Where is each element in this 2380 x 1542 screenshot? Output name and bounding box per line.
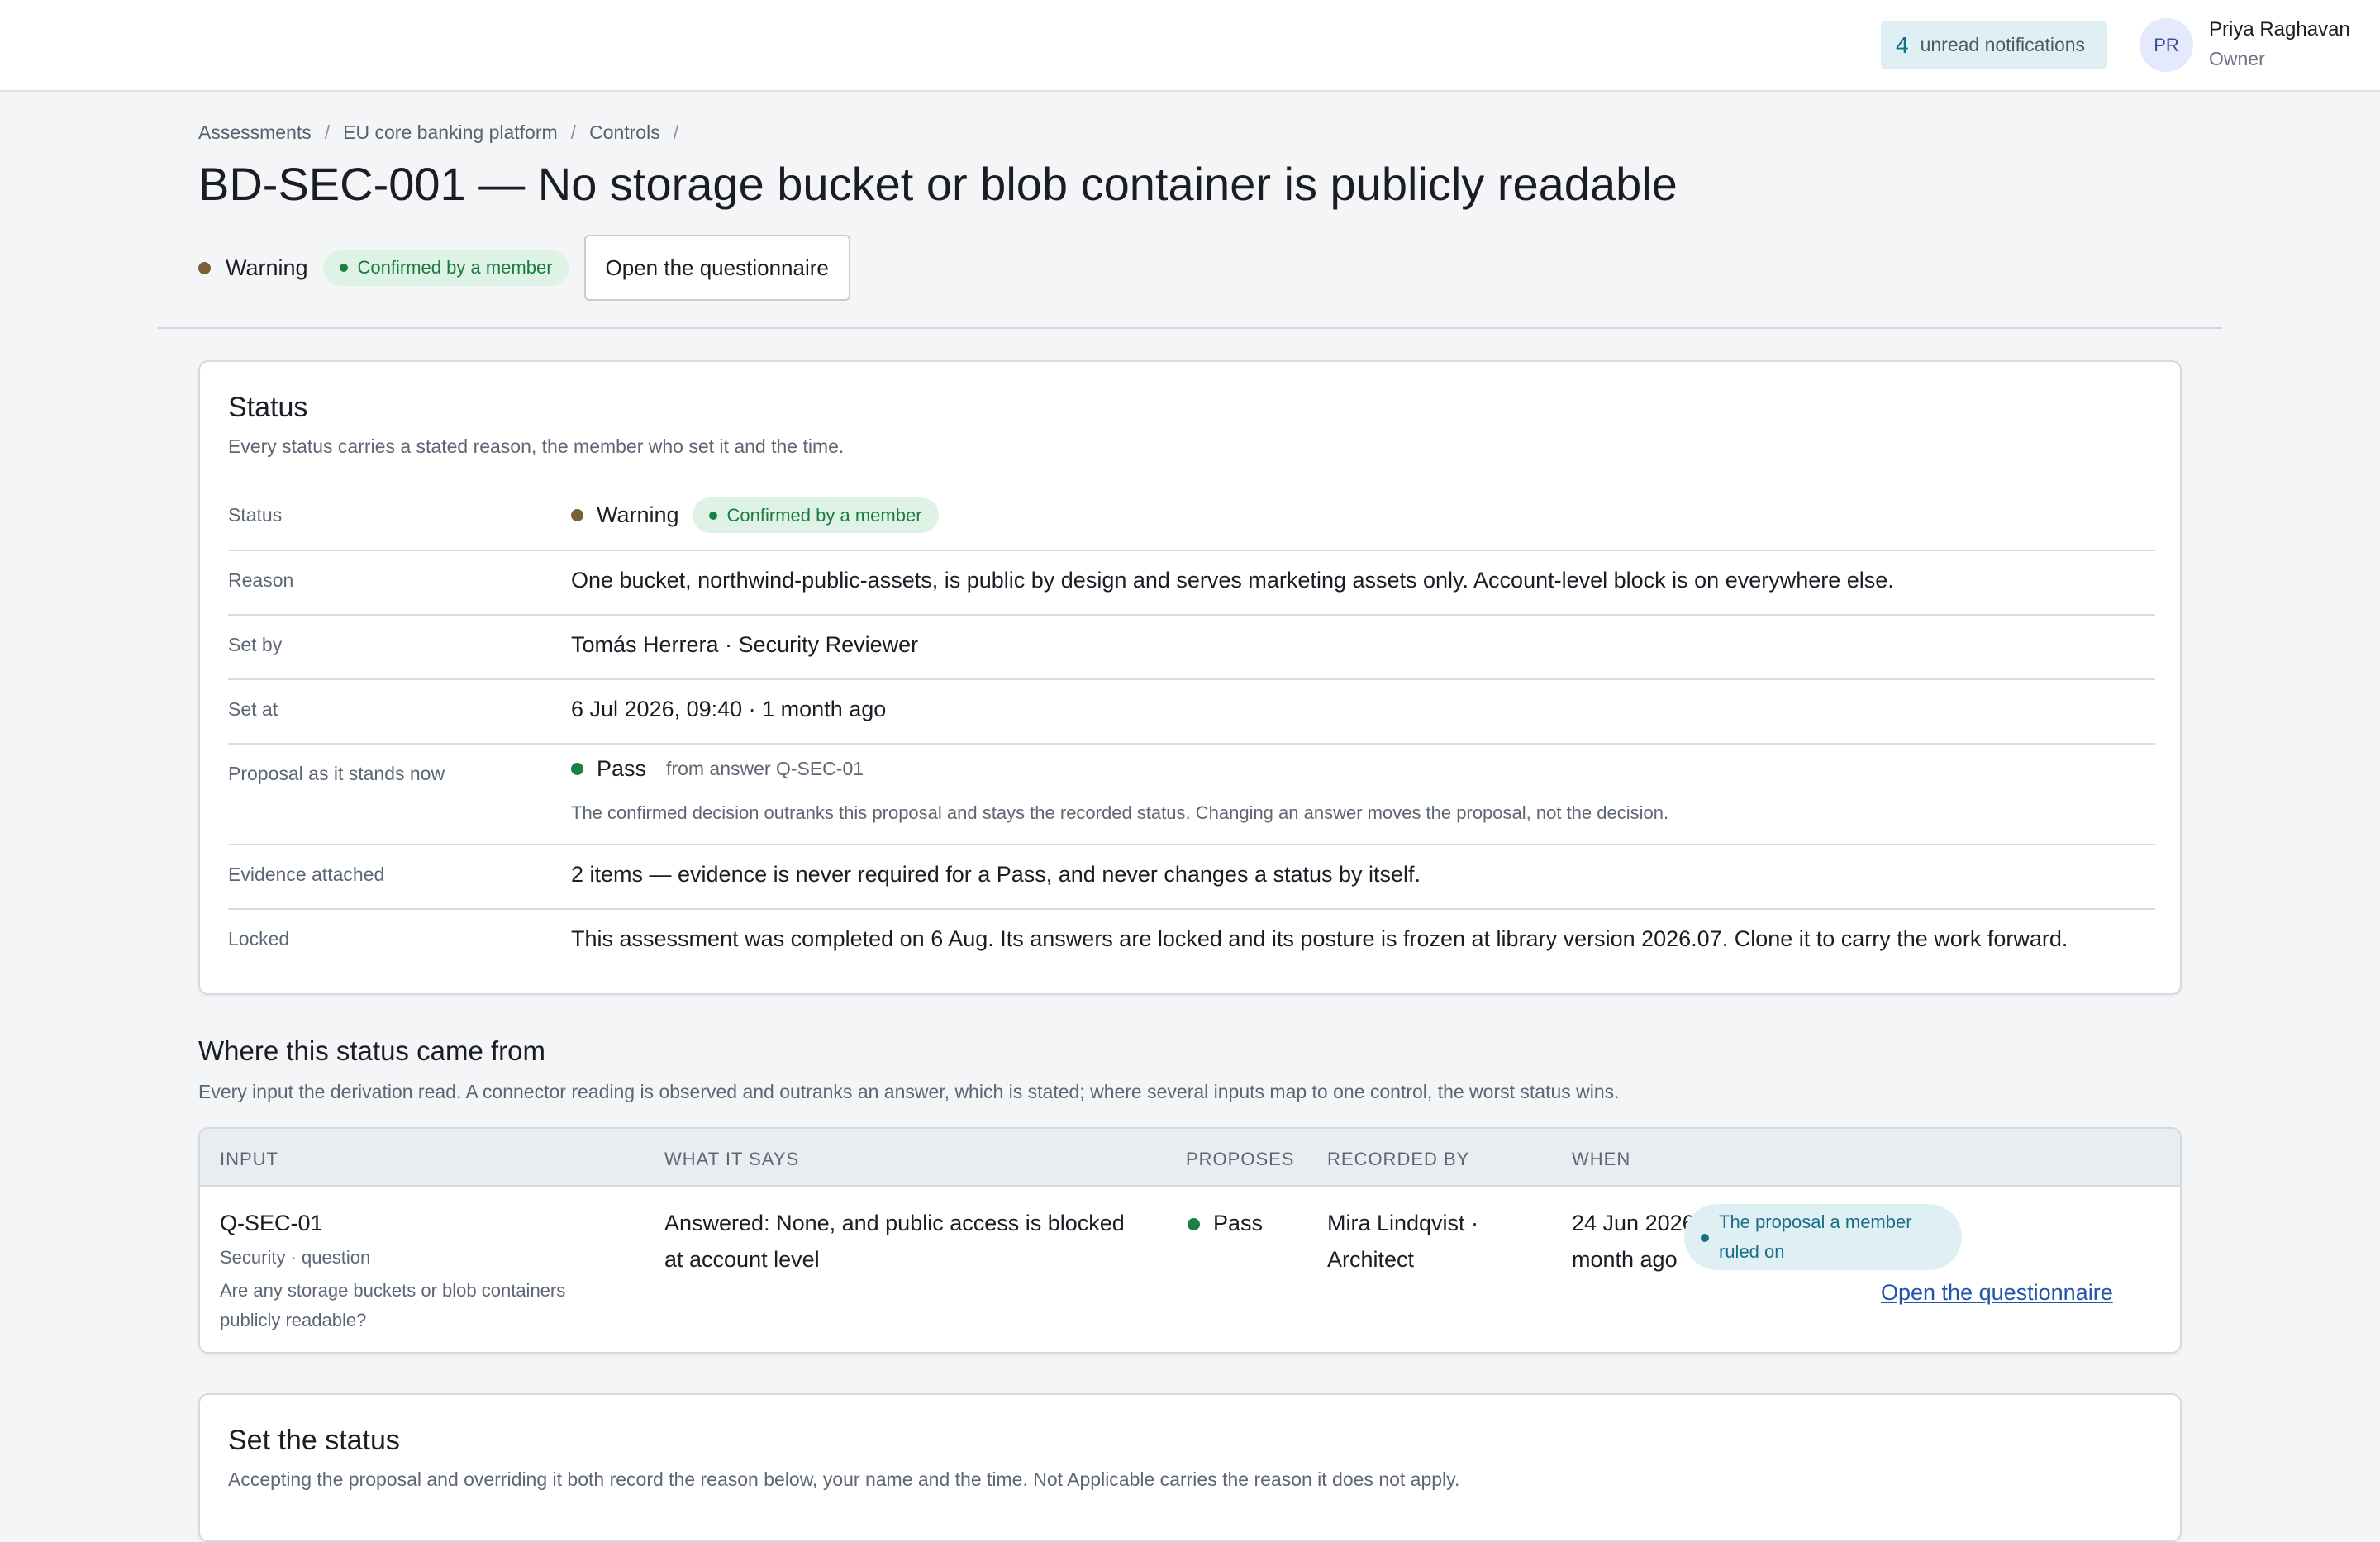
confirmed-badge: Confirmed by a member	[322, 250, 569, 286]
status-value: Warning	[597, 502, 679, 527]
column-header-recorded-by: RECORDED BY	[1327, 1149, 1470, 1169]
proposal-status: Pass	[597, 756, 647, 781]
breadcrumb-separator: /	[324, 121, 331, 143]
ruled-dot-icon	[1701, 1234, 1709, 1242]
ruled-on-line1: The proposal a member	[1719, 1211, 1912, 1232]
breadcrumb-separator: /	[673, 121, 679, 143]
breadcrumb-item-assessments[interactable]: Assessments	[198, 121, 312, 144]
breadcrumb-separator: /	[570, 121, 577, 143]
input-question-line2: publicly readable?	[220, 1310, 367, 1330]
set-by-row: Set by Tomás Herrera · Security Reviewer	[228, 616, 2155, 680]
input-question-line1: Are any storage buckets or blob containe…	[220, 1280, 566, 1301]
confirmed-badge: Confirmed by a member	[692, 497, 939, 533]
page-title: BD-SEC-001 — No storage bucket or blob c…	[198, 158, 1678, 210]
when-line2: month ago	[1572, 1247, 1678, 1272]
avatar[interactable]: PR	[2140, 18, 2193, 72]
warning-dot-icon	[571, 509, 583, 521]
reason-value: One bucket, northwind-public-assets, is …	[571, 568, 1894, 593]
derivation-subtitle: Every input the derivation read. A conne…	[198, 1081, 1620, 1102]
proposal-value: Pass from answer Q-SEC-01	[571, 756, 864, 782]
derivation-table: INPUT WHAT IT SAYS PROPOSES RECORDED BY …	[198, 1127, 2182, 1354]
notification-label: unread notifications	[1920, 34, 2086, 55]
derivation-title: Where this status came from	[198, 1035, 545, 1066]
evidence-value: 2 items — evidence is never required for…	[571, 862, 1421, 887]
breadcrumb-item-assessment[interactable]: EU core banking platform	[343, 121, 558, 144]
pass-dot-icon	[571, 763, 583, 775]
confirmed-label: Confirmed by a member	[726, 504, 922, 526]
evidence-label: Evidence attached	[228, 864, 385, 885]
ruled-on-badge: The proposal a member ruled on	[1684, 1204, 1962, 1270]
locked-label: Locked	[228, 928, 290, 949]
user-name: Priya Raghavan	[2209, 18, 2350, 40]
locked-row: Locked This assessment was completed on …	[228, 910, 2155, 974]
reason-row: Reason One bucket, northwind-public-asse…	[228, 551, 2155, 616]
open-questionnaire-button[interactable]: Open the questionnaire	[583, 235, 850, 301]
header-divider	[158, 327, 2222, 329]
set-at-row: Set at 6 Jul 2026, 09:40 · 1 month ago	[228, 680, 2155, 745]
header-status: Warning Confirmed by a member Open the q…	[198, 235, 850, 301]
proposal-source: from answer Q-SEC-01	[666, 758, 864, 779]
top-bar: 4 unread notifications PR Priya Raghavan…	[0, 0, 2380, 92]
confirmed-dot-icon	[708, 511, 717, 520]
set-at-label: Set at	[228, 698, 278, 720]
status-card-title: Status	[228, 392, 308, 423]
evidence-row: Evidence attached 2 items — evidence is …	[228, 845, 2155, 910]
pass-dot-icon	[1188, 1218, 1200, 1230]
column-header-what-it-says: WHAT IT SAYS	[664, 1149, 800, 1169]
recorded-by-line2: Architect	[1327, 1247, 1415, 1272]
user-role: Owner	[2209, 48, 2265, 69]
set-status-card: Set the status Accepting the proposal an…	[198, 1393, 2182, 1542]
open-questionnaire-link[interactable]: Open the questionnaire	[1881, 1280, 2113, 1306]
set-status-subtitle: Accepting the proposal and overriding it…	[228, 1468, 1460, 1490]
status-rows: Status Warning Confirmed by a member Rea…	[228, 486, 2155, 974]
status-label: Warning	[226, 255, 308, 280]
what-it-says-line1: Answered: None, and public access is blo…	[664, 1211, 1125, 1235]
notification-count: 4	[1896, 31, 1909, 58]
set-status-title: Set the status	[228, 1425, 400, 1456]
breadcrumb-item-controls[interactable]: Controls	[589, 121, 660, 144]
set-by-label: Set by	[228, 634, 283, 655]
column-header-when: WHEN	[1572, 1149, 1631, 1169]
proposal-note: The confirmed decision outranks this pro…	[571, 802, 1669, 823]
locked-value: This assessment was completed on 6 Aug. …	[571, 926, 2068, 951]
recorded-by-line1: Mira Lindqvist ·	[1327, 1211, 1479, 1235]
column-header-input: INPUT	[220, 1149, 278, 1169]
confirmed-dot-icon	[339, 264, 348, 272]
what-it-says-line2: at account level	[664, 1247, 820, 1272]
status-row-value: Warning Confirmed by a member	[571, 497, 939, 533]
set-at-value: 6 Jul 2026, 09:40 · 1 month ago	[571, 697, 887, 721]
proposal-row: Proposal as it stands now Pass from answ…	[228, 745, 2155, 845]
ruled-on-line2: ruled on	[1719, 1241, 1785, 1262]
input-id: Q-SEC-01	[220, 1211, 323, 1235]
status-card-subtitle: Every status carries a stated reason, th…	[228, 435, 845, 457]
reason-label: Reason	[228, 569, 294, 591]
breadcrumb: Assessments / EU core banking platform /…	[198, 121, 678, 144]
status-row: Status Warning Confirmed by a member	[228, 486, 2155, 551]
status-row-label: Status	[228, 504, 283, 526]
proposal-label: Proposal as it stands now	[228, 763, 445, 784]
notifications-button[interactable]: 4 unread notifications	[1881, 21, 2107, 69]
status-card: Status Every status carries a stated rea…	[198, 360, 2182, 995]
set-by-value: Tomás Herrera · Security Reviewer	[571, 632, 919, 657]
confirmed-label: Confirmed by a member	[357, 257, 553, 278]
table-header: INPUT WHAT IT SAYS PROPOSES RECORDED BY …	[200, 1129, 2180, 1187]
warning-dot-icon	[198, 261, 211, 274]
input-type: Security · question	[220, 1247, 371, 1268]
proposes-value: Pass	[1213, 1211, 1264, 1235]
column-header-proposes: PROPOSES	[1186, 1149, 1295, 1169]
